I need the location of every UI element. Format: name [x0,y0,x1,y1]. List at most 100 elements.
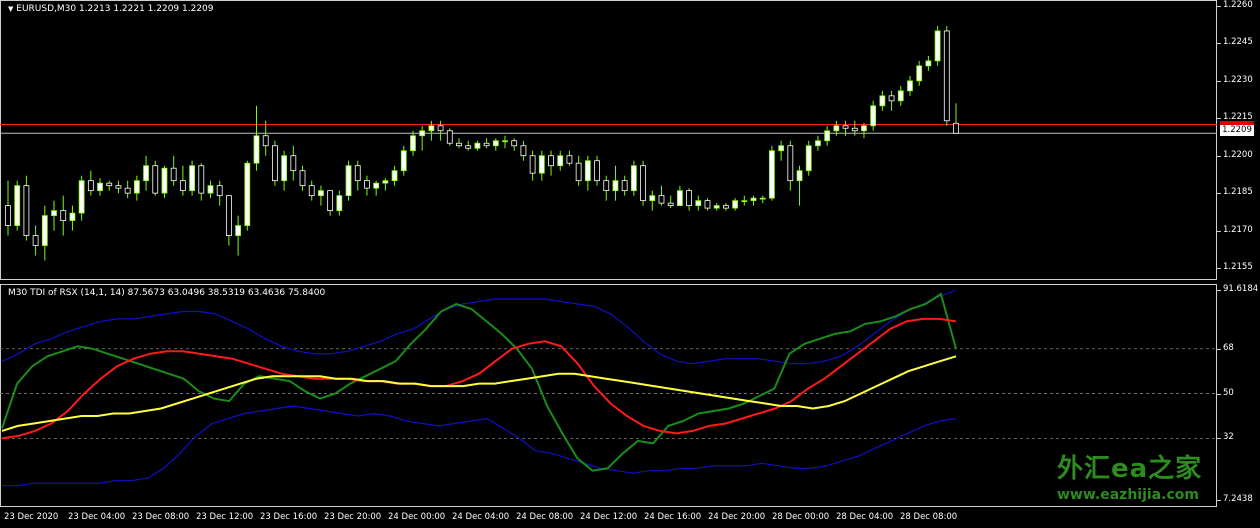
candle-body [787,145,794,182]
price-tick [1217,80,1221,82]
price-label: 1.2155 [1223,262,1253,272]
candle-body [253,135,260,164]
candle [511,138,518,151]
candle [575,155,582,186]
candle [97,178,103,196]
price-label: 1.2200 [1223,149,1253,160]
candle [649,190,656,211]
candle-body [833,125,840,132]
candle [483,138,490,149]
watermark: 外汇ea之家 www.eazhijia.com [1057,448,1202,503]
candle [769,145,775,201]
candle-body [400,150,407,172]
time-label: 23 Dec 12:00 [196,512,254,522]
candle-body [170,167,177,182]
candle [584,155,591,191]
candle-body [502,140,508,143]
candle-body [879,95,886,107]
price-label: 1.2170 [1223,224,1253,235]
candle [41,205,48,261]
candle [32,225,39,256]
time-label: 24 Dec 12:00 [580,512,638,522]
candle [5,180,11,236]
candle [115,180,122,194]
candle-body [364,180,370,189]
candle-body [290,155,297,172]
candle-body [244,162,251,226]
time-label: 24 Dec 20:00 [708,512,766,522]
price-tick [1217,118,1221,120]
candle-body [704,200,711,209]
candle [189,160,195,196]
candle [640,160,646,206]
upper-band-line [1,289,957,365]
candle-body [225,195,232,236]
candle-body [888,95,895,102]
candle [916,60,923,86]
candle [87,170,94,196]
candle-body [805,145,812,172]
candle-body [115,185,122,189]
time-label: 28 Dec 04:00 [836,512,894,522]
candle [198,163,205,201]
time-label: 28 Dec 00:00 [772,512,830,522]
candle [695,195,702,211]
candle-body [649,195,656,202]
candle [953,103,959,134]
watermark-url: www.eazhijia.com [1057,487,1199,503]
candle [373,180,380,196]
candle [14,180,21,231]
candle-body [594,160,600,182]
candle [446,128,453,146]
candle-body [308,185,315,197]
indicator-tick [1217,290,1221,291]
candle [907,75,913,96]
indicator-level-label: 91.6184 [1223,284,1259,294]
candle-body [870,105,877,127]
candle-body [391,170,398,182]
price-label: 1.2185 [1223,187,1253,198]
candle [78,175,85,221]
candle-body [299,170,306,187]
candle [888,90,895,111]
candle-body [723,205,729,209]
candle-body [161,167,168,194]
candle [327,190,334,216]
candle-body [676,190,683,207]
candle-body [41,215,48,246]
candle-body [32,235,39,246]
candle [870,100,877,131]
candle [750,195,757,206]
candle [805,140,812,176]
candle-body [612,180,619,192]
indicator-level-label: 50 [1223,387,1234,398]
candle-body [603,180,610,192]
candle-body [272,145,278,182]
candle [713,203,720,211]
price-label: 1.2260 [1223,0,1253,10]
candle [69,205,76,231]
candle [262,120,269,156]
time-label: 24 Dec 04:00 [452,512,510,522]
candle [364,175,370,196]
candle-body [437,125,444,132]
candle-body [382,180,389,184]
candle [299,165,306,191]
candle-body [97,182,103,192]
candle-body [235,225,241,236]
candle [759,195,766,204]
candle-body [630,165,637,192]
candle-body [778,145,785,152]
time-label: 23 Dec 04:00 [68,512,126,522]
candle [318,185,324,206]
candle-body [189,165,195,192]
candle-body [152,165,159,194]
candle-body [907,80,913,92]
candle [778,140,785,161]
indicator-level-label: 32 [1223,432,1234,443]
candle [566,150,573,166]
candle [428,120,435,141]
candle-body [345,165,352,197]
candle [815,135,821,151]
candle-body [520,145,527,157]
